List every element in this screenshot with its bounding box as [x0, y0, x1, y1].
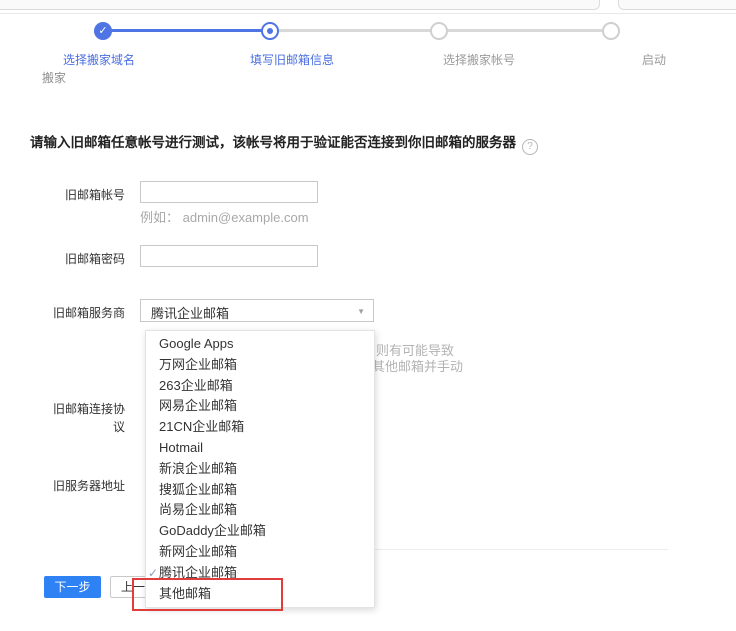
section-title: 请输入旧邮箱任意帐号进行测试，该帐号将用于验证能否连接到你旧邮箱的服务器?	[30, 131, 538, 155]
step1-done-check-icon: ✓	[94, 22, 112, 40]
dropdown-option[interactable]: 尚易企业邮箱	[146, 500, 374, 521]
dropdown-option-label: 腾讯企业邮箱	[159, 565, 237, 580]
old-mail-protocol-label: 旧邮箱连接协议	[51, 400, 125, 436]
step2-current-icon	[261, 22, 279, 40]
step-label-start: 启动	[642, 51, 666, 68]
step4-pending-icon	[602, 22, 620, 40]
dropdown-option[interactable]: Google Apps	[146, 334, 374, 355]
chevron-down-icon: ▼	[357, 307, 365, 316]
provider-selected-value: 腾讯企业邮箱	[151, 303, 229, 322]
next-step-button[interactable]: 下一步	[44, 576, 101, 598]
step-label-fill-old-mail-info: 填写旧邮箱信息	[250, 51, 334, 68]
dropdown-option[interactable]: 新网企业邮箱	[146, 542, 374, 563]
step-label-choose-domain: 选择搬家域名	[63, 51, 135, 68]
help-question-icon[interactable]: ?	[522, 139, 538, 155]
old-mail-password-label: 旧邮箱密码	[30, 250, 125, 267]
step3-pending-icon	[430, 22, 448, 40]
step-label-overflow: 搬家	[42, 69, 66, 86]
dropdown-option[interactable]: 新浪企业邮箱	[146, 459, 374, 480]
old-server-address-label: 旧服务器地址	[30, 477, 125, 494]
step-label-choose-account: 选择搬家帐号	[443, 51, 515, 68]
old-mail-account-hint: 例如： admin@example.com	[140, 207, 309, 226]
old-mail-provider-select[interactable]: 腾讯企业邮箱 ▼	[140, 299, 374, 322]
dropdown-option-selected[interactable]: ✓腾讯企业邮箱	[146, 563, 374, 584]
old-mail-provider-label: 旧邮箱服务商	[30, 304, 125, 321]
check-icon: ✓	[148, 563, 158, 584]
dropdown-option[interactable]: GoDaddy企业邮箱	[146, 521, 374, 542]
migration-wizard-page: ✓ 选择搬家域名 填写旧邮箱信息 选择搬家帐号 启动 搬家 请输入旧邮箱任意帐号…	[0, 0, 736, 631]
old-mail-password-input[interactable]	[140, 245, 318, 267]
dropdown-option[interactable]: 网易企业邮箱	[146, 396, 374, 417]
section-bottom-divider	[373, 549, 668, 550]
stepper-progress	[103, 29, 270, 32]
dropdown-option[interactable]: Hotmail	[146, 438, 374, 459]
top-card-edge-left	[0, 0, 600, 10]
step2-dot-icon	[267, 28, 273, 34]
old-mail-account-input[interactable]	[140, 181, 318, 203]
dropdown-option[interactable]: 搜狐企业邮箱	[146, 480, 374, 501]
dropdown-option[interactable]: 万网企业邮箱	[146, 355, 374, 376]
top-card-edge-right	[618, 0, 736, 10]
dropdown-option[interactable]: 21CN企业邮箱	[146, 417, 374, 438]
dropdown-option-other-mail[interactable]: 其他邮箱	[146, 584, 374, 605]
dropdown-option[interactable]: 263企业邮箱	[146, 376, 374, 397]
background-hint-line2: 其他邮箱并手动	[372, 356, 463, 375]
provider-dropdown-panel: Google Apps 万网企业邮箱 263企业邮箱 网易企业邮箱 21CN企业…	[145, 330, 375, 608]
section-title-text: 请输入旧邮箱任意帐号进行测试，该帐号将用于验证能否连接到你旧邮箱的服务器	[30, 135, 516, 150]
old-mail-account-label: 旧邮箱帐号	[30, 186, 125, 203]
top-divider	[0, 13, 736, 14]
